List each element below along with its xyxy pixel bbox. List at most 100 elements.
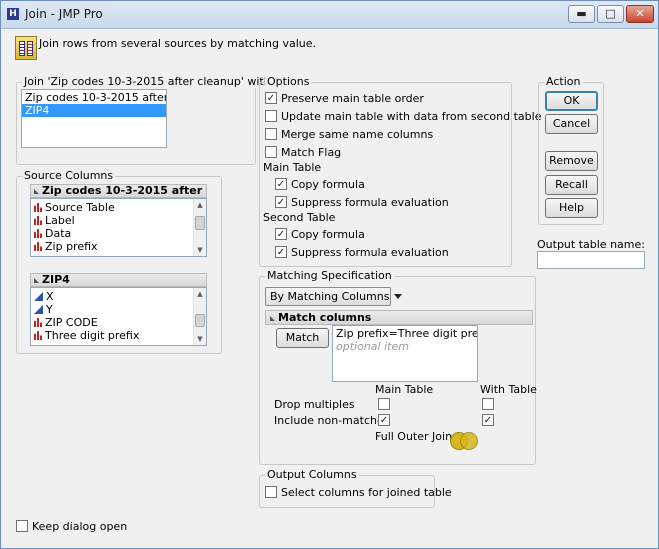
match-button[interactable]: Match <box>276 328 329 348</box>
preserve-order-checkbox[interactable]: ✓ <box>265 92 277 104</box>
select-columns-label: Select columns for joined table <box>281 486 452 499</box>
collapse-triangle-icon[interactable] <box>270 316 275 321</box>
join-dialog-window: H Join - JMP Pro ▬ □ ✕ Join rows from se… <box>0 0 659 549</box>
match-columns-listbox[interactable]: Zip prefix=Three digit prefix optional i… <box>332 325 478 382</box>
close-button[interactable]: ✕ <box>626 5 654 23</box>
remove-button[interactable]: Remove <box>545 151 598 171</box>
matching-spec-group: Matching Specification By Matching Colum… <box>259 269 537 465</box>
list-item[interactable]: Label <box>31 214 206 227</box>
drop-multiples-main-checkbox[interactable] <box>378 398 390 410</box>
window-title: Join - JMP Pro <box>25 7 103 21</box>
main-suppress-checkbox[interactable]: ✓ <box>275 196 287 208</box>
matching-method-dropdown[interactable]: By Matching Columns <box>265 287 403 306</box>
select-columns-checkbox[interactable] <box>265 486 277 498</box>
join-tool-icon <box>15 36 37 60</box>
join-table-item-zip-codes[interactable]: Zip codes 10-3-2015 after cleanup <box>22 91 166 104</box>
nominal-column-icon <box>34 216 42 225</box>
scroll-thumb[interactable] <box>195 216 205 230</box>
jmp-app-icon: H <box>7 8 19 20</box>
nominal-column-icon <box>34 331 42 340</box>
main-suppress-label: Suppress formula evaluation <box>291 196 449 209</box>
action-group: Action OK Cancel Remove Recall Help <box>538 75 604 225</box>
list-item[interactable]: ZIP CODE <box>31 316 206 329</box>
drop-multiples-label: Drop multiples <box>274 398 355 411</box>
main-copy-formula-label: Copy formula <box>291 178 365 191</box>
list-item[interactable]: X <box>31 290 206 303</box>
second-copy-formula-label: Copy formula <box>291 228 365 241</box>
join-with-group: Join 'Zip codes 10-3-2015 after cleanup'… <box>16 75 273 165</box>
match-flag-label: Match Flag <box>281 146 342 159</box>
continuous-column-icon <box>34 292 43 301</box>
list-item[interactable]: Three digit prefix <box>31 329 206 342</box>
join-table-listbox[interactable]: Zip codes 10-3-2015 after cleanup ZIP4 <box>21 89 167 148</box>
main-table-column-label: Main Table <box>375 383 434 396</box>
join-table-item-zip4[interactable]: ZIP4 <box>22 104 166 117</box>
include-nonmatches-main-checkbox[interactable]: ✓ <box>378 414 390 426</box>
match-columns-header[interactable]: Match columns <box>265 310 533 325</box>
nominal-column-icon <box>34 318 42 327</box>
output-table-name-label: Output table name: <box>537 238 645 251</box>
list-item[interactable]: Zip prefix <box>31 240 206 253</box>
scrollbar[interactable]: ▲ ▼ <box>193 199 206 256</box>
scrollbar[interactable]: ▲ ▼ <box>193 288 206 345</box>
output-columns-title: Output Columns <box>265 468 359 481</box>
preserve-order-label: Preserve main table order <box>281 92 424 105</box>
join-type-label: Full Outer Join <box>375 430 453 443</box>
source-table-header-zip4[interactable]: ZIP4 <box>30 273 207 287</box>
output-table-name-input[interactable] <box>537 251 645 269</box>
update-main-label: Update main table with data from second … <box>281 110 542 123</box>
title-bar[interactable]: H Join - JMP Pro ▬ □ ✕ <box>1 1 658 29</box>
second-copy-formula-checkbox[interactable]: ✓ <box>275 228 287 240</box>
scroll-thumb[interactable] <box>195 314 205 327</box>
collapse-triangle-icon[interactable] <box>34 189 39 194</box>
join-with-title: Join 'Zip codes 10-3-2015 after cleanup'… <box>22 75 273 88</box>
list-item[interactable]: Data <box>31 227 206 240</box>
second-table-label: Second Table <box>263 211 336 224</box>
source-columns-group: Source Columns Zip codes 10-3-2015 after… <box>16 169 222 354</box>
continuous-column-icon <box>34 305 43 314</box>
options-title: Options <box>265 75 312 88</box>
with-table-column-label: With Table <box>480 383 537 396</box>
keep-dialog-open-checkbox[interactable] <box>16 520 28 532</box>
maximize-button[interactable]: □ <box>597 5 624 23</box>
drop-multiples-with-checkbox[interactable] <box>482 398 494 410</box>
source-columns-list-zip4[interactable]: X Y ZIP CODE Three digit prefix ▲ ▼ <box>30 287 207 346</box>
include-nonmatches-with-checkbox[interactable]: ✓ <box>482 414 494 426</box>
merge-same-checkbox[interactable] <box>265 128 277 140</box>
second-suppress-label: Suppress formula evaluation <box>291 246 449 259</box>
cancel-button[interactable]: Cancel <box>545 114 598 134</box>
venn-diagram-icon[interactable] <box>450 432 480 450</box>
scroll-down-icon[interactable]: ▼ <box>194 333 206 345</box>
list-item[interactable]: Source Table <box>31 201 206 214</box>
recall-button[interactable]: Recall <box>545 175 598 195</box>
options-group: Options ✓ Preserve main table order Upda… <box>259 75 541 267</box>
main-table-label: Main Table <box>263 161 322 174</box>
matching-spec-title: Matching Specification <box>265 269 394 282</box>
update-main-checkbox[interactable] <box>265 110 277 122</box>
scroll-up-icon[interactable]: ▲ <box>194 199 206 211</box>
match-flag-checkbox[interactable] <box>265 146 277 158</box>
source-table-header-main[interactable]: Zip codes 10-3-2015 after cleanup <box>30 184 207 198</box>
merge-same-label: Merge same name columns <box>281 128 434 141</box>
list-item[interactable]: Y <box>31 303 206 316</box>
nominal-column-icon <box>34 242 42 251</box>
main-copy-formula-checkbox[interactable]: ✓ <box>275 178 287 190</box>
scroll-up-icon[interactable]: ▲ <box>194 288 206 300</box>
second-suppress-checkbox[interactable]: ✓ <box>275 246 287 258</box>
match-pair-item[interactable]: Zip prefix=Three digit prefix <box>333 327 477 340</box>
help-button[interactable]: Help <box>545 198 598 218</box>
chevron-down-icon <box>394 294 403 299</box>
optional-item-placeholder[interactable]: optional item <box>333 340 477 353</box>
nominal-column-icon <box>34 229 42 238</box>
source-columns-title: Source Columns <box>22 169 116 182</box>
minimize-button[interactable]: ▬ <box>568 5 595 23</box>
keep-dialog-open-label: Keep dialog open <box>32 520 128 533</box>
output-columns-group: Output Columns Select columns for joined… <box>259 468 452 508</box>
collapse-triangle-icon[interactable] <box>34 278 39 283</box>
source-columns-list-main[interactable]: Source Table Label Data Zip prefix ▲ ▼ <box>30 198 207 257</box>
scroll-down-icon[interactable]: ▼ <box>194 244 206 256</box>
include-nonmatches-label: Include non-matches <box>274 414 390 427</box>
action-title: Action <box>544 75 583 88</box>
ok-button[interactable]: OK <box>545 91 598 111</box>
nominal-column-icon <box>34 203 42 212</box>
